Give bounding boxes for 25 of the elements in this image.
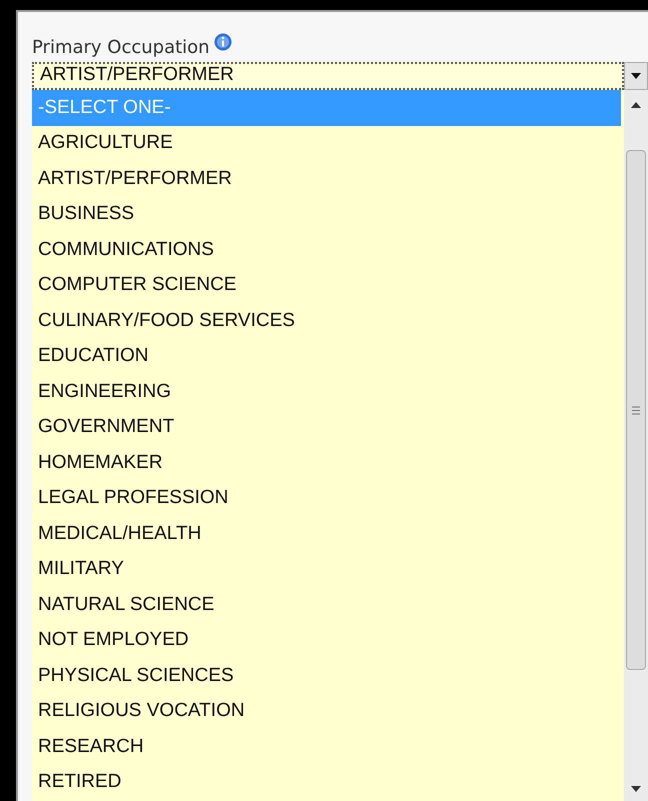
option-item[interactable]: EDUCATION xyxy=(32,338,624,374)
option-item[interactable]: MILITARY xyxy=(32,552,624,587)
option-item[interactable]: RETIRED xyxy=(32,764,624,800)
scrollbar[interactable] xyxy=(624,90,648,801)
option-item[interactable]: AGRICULTURE xyxy=(32,126,624,161)
option-item[interactable]: MEDICAL/HEALTH xyxy=(32,516,624,552)
field-label: Primary Occupation xyxy=(32,36,210,60)
option-item[interactable]: GOVERNMENT xyxy=(32,410,624,445)
option-item[interactable]: NATURAL SCIENCE xyxy=(32,587,624,622)
option-item[interactable]: RESEARCH xyxy=(32,729,624,764)
info-icon[interactable] xyxy=(214,33,232,51)
option-item[interactable]: CULINARY/FOOD SERVICES xyxy=(32,303,624,338)
option-item[interactable]: COMPUTER SCIENCE xyxy=(32,268,624,303)
option-item[interactable]: NOT EMPLOYED xyxy=(32,622,624,658)
option-item[interactable]: LEGAL PROFESSION xyxy=(32,480,624,516)
option-item[interactable]: PHYSICAL SCIENCES xyxy=(32,658,624,694)
option-item[interactable]: BUSINESS xyxy=(32,196,624,232)
option-item[interactable]: COMMUNICATIONS xyxy=(32,232,624,268)
option-item[interactable]: RELIGIOUS VOCATION xyxy=(32,694,624,729)
scroll-up-icon[interactable] xyxy=(631,102,641,108)
option-item[interactable]: ARTIST/PERFORMER xyxy=(32,161,624,196)
scroll-down-icon[interactable] xyxy=(631,786,641,792)
option-item[interactable]: HOMEMAKER xyxy=(32,445,624,480)
scroll-thumb[interactable] xyxy=(626,150,646,670)
option-item[interactable]: ENGINEERING xyxy=(32,374,624,410)
